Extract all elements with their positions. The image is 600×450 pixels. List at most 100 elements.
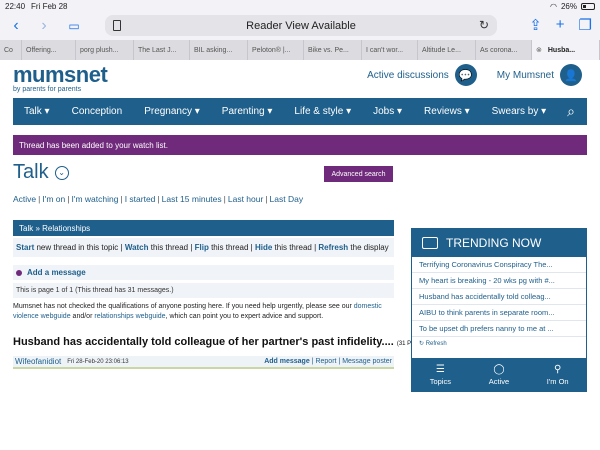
nav-item-reviews[interactable]: Reviews ▾ (413, 106, 481, 117)
my-mumsnet-link[interactable]: My Mumsnet (497, 70, 554, 81)
nav-item-talk[interactable]: Talk ▾ (13, 106, 61, 117)
new-tab-icon[interactable]: + (556, 16, 565, 34)
action-text: the display (348, 243, 389, 252)
flip-thread-link[interactable]: Flip (195, 243, 209, 252)
page-title: Talk ⌄ (13, 161, 69, 184)
relationships-webguide-link[interactable]: relationships webguide (94, 313, 165, 320)
address-bar[interactable]: Reader View Available ↻ (105, 15, 497, 36)
list-icon: ☰ (435, 363, 445, 375)
trending-item[interactable]: AIBU to think parents in separate room..… (412, 305, 586, 321)
browser-tab[interactable]: Altitude Le... (418, 40, 476, 60)
nav-item-swears-by[interactable]: Swears by ▾ (481, 106, 557, 117)
filter-last-day[interactable]: Last Day (270, 194, 304, 204)
browser-tab-label: Husba... (547, 46, 576, 54)
hide-thread-link[interactable]: Hide (255, 243, 272, 252)
tabs-overview-icon[interactable]: ❐ (579, 16, 592, 34)
main-nav: Talk ▾ Conception Pregnancy ▾ Parenting … (13, 98, 587, 125)
nav-item-jobs[interactable]: Jobs ▾ (362, 106, 413, 117)
nav-item-life-style[interactable]: Life & style ▾ (283, 106, 362, 117)
trending-item[interactable]: To be upset dh prefers nanny to me at ..… (412, 321, 586, 337)
close-tab-icon[interactable]: ⊗ (536, 46, 542, 54)
browser-tab[interactable]: Peloton® |... (248, 40, 304, 60)
post-actions: Add message | Report | Message poster (264, 358, 392, 365)
trending-title: TRENDING NOW (446, 236, 542, 250)
page-info: This is page 1 of 1 (This thread has 31 … (13, 282, 394, 298)
refresh-display-link[interactable]: Refresh (318, 243, 348, 252)
bookmarks-icon[interactable]: ▭ (64, 19, 84, 33)
forward-icon[interactable]: › (34, 17, 54, 35)
browser-toolbar: ‹ › ▭ Reader View Available ↻ ⇪ + ❐ (0, 12, 600, 40)
add-message-icon (16, 269, 22, 276)
battery-icon (581, 2, 595, 10)
pin-icon: ⚲ (554, 363, 562, 375)
post-author[interactable]: Wifeofanidiot (15, 357, 61, 366)
filter-last-15-minutes[interactable]: Last 15 minutes (162, 194, 222, 204)
browser-tab[interactable]: As corona... (476, 40, 532, 60)
trending-header: TRENDING NOW (412, 229, 586, 257)
thread-actions: Start new thread in this topic | Watch t… (13, 238, 394, 257)
advanced-search-button[interactable]: Advanced search (324, 166, 393, 182)
chat-bubbles-icon[interactable]: 💬 (454, 64, 477, 86)
filter-im-watching[interactable]: I'm watching (71, 194, 118, 204)
refresh-label: Refresh (425, 341, 447, 347)
trending-item[interactable]: My heart is breaking - 20 wks pg with #.… (412, 273, 586, 289)
action-text: this thread | (148, 243, 195, 252)
trending-tabs: ☰ Topics ◯ Active ⚲ I'm On (411, 358, 587, 392)
reader-view-icon[interactable] (113, 20, 121, 31)
nav-item-parenting[interactable]: Parenting ▾ (211, 106, 284, 117)
reload-icon[interactable]: ↻ (479, 18, 489, 32)
tab-im-on[interactable]: ⚲ I'm On (528, 358, 587, 392)
breadcrumb[interactable]: Talk » Relationships (13, 220, 394, 236)
disclaimer-text: Mumsnet has not checked the qualificatio… (13, 303, 354, 310)
talk-title-text: Talk (13, 161, 49, 183)
search-icon[interactable]: ⌕ (567, 103, 575, 120)
action-text: this thread | (272, 243, 319, 252)
watchlist-notice: Thread has been added to your watch list… (13, 135, 587, 155)
browser-tab[interactable]: I can't wor... (362, 40, 418, 60)
browser-tab[interactable]: Co (0, 40, 22, 60)
report-link[interactable]: Report (315, 358, 336, 365)
browser-tab[interactable]: The Last J... (134, 40, 190, 60)
status-date: Fri Feb 28 (31, 1, 68, 11)
nav-item-pregnancy[interactable]: Pregnancy ▾ (133, 106, 211, 117)
disclaimer-text: and/or (70, 313, 95, 320)
filter-active[interactable]: Active (13, 194, 36, 204)
tab-label: Topics (429, 376, 451, 386)
back-icon[interactable]: ‹ (6, 17, 26, 35)
thread-title-text: Husband has accidentally told colleague … (13, 336, 394, 348)
tab-label: I'm On (546, 376, 569, 386)
tab-topics[interactable]: ☰ Topics (411, 358, 470, 392)
filter-im-on[interactable]: I'm on (42, 194, 65, 204)
status-bar: 22:40 Fri Feb 28 ◠ 26% (0, 0, 600, 12)
message-poster-link[interactable]: Message poster (342, 358, 392, 365)
browser-tab-active[interactable]: ⊗ Husba... (532, 40, 600, 60)
add-message-link[interactable]: Add a message (13, 264, 394, 280)
browser-tab[interactable]: porg plush... (76, 40, 134, 60)
add-message-label: Add a message (27, 268, 86, 277)
filter-last-hour[interactable]: Last hour (228, 194, 263, 204)
thread-filters: Active | I'm on | I'm watching | I started | Las… (13, 194, 304, 204)
user-icon[interactable]: 👤 (560, 64, 582, 86)
browser-tab[interactable]: BIL asking... (190, 40, 248, 60)
share-icon[interactable]: ⇪ (529, 16, 542, 34)
thread-title: Husband has accidentally told colleague … (13, 336, 424, 348)
status-time: 22:40 (5, 1, 26, 11)
browser-tab[interactable]: Bike vs. Pe... (304, 40, 362, 60)
disclaimer: Mumsnet has not checked the qualificatio… (13, 302, 394, 322)
browser-tab[interactable]: Offering... (22, 40, 76, 60)
add-message-post-link[interactable]: Add message (264, 358, 310, 365)
chevron-down-icon[interactable]: ⌄ (54, 165, 69, 180)
trending-refresh-button[interactable]: ↻ Refresh (412, 337, 586, 350)
site-logo[interactable]: mumsnet by parents for parents (13, 62, 108, 93)
active-discussions-link[interactable]: Active discussions (367, 70, 449, 81)
watch-thread-link[interactable]: Watch (125, 243, 149, 252)
nav-item-conception[interactable]: Conception (61, 106, 134, 117)
tab-label: Active (488, 376, 510, 386)
start-thread-link[interactable]: Start (16, 243, 34, 252)
filter-i-started[interactable]: I started (125, 194, 156, 204)
tab-active[interactable]: ◯ Active (470, 358, 529, 392)
logo-wordmark: mumsnet (13, 62, 108, 87)
trending-item[interactable]: Terrifying Coronavirus Conspiracy The... (412, 257, 586, 273)
action-text: new thread in this topic | (34, 243, 125, 252)
trending-item[interactable]: Husband has accidentally told colleag... (412, 289, 586, 305)
